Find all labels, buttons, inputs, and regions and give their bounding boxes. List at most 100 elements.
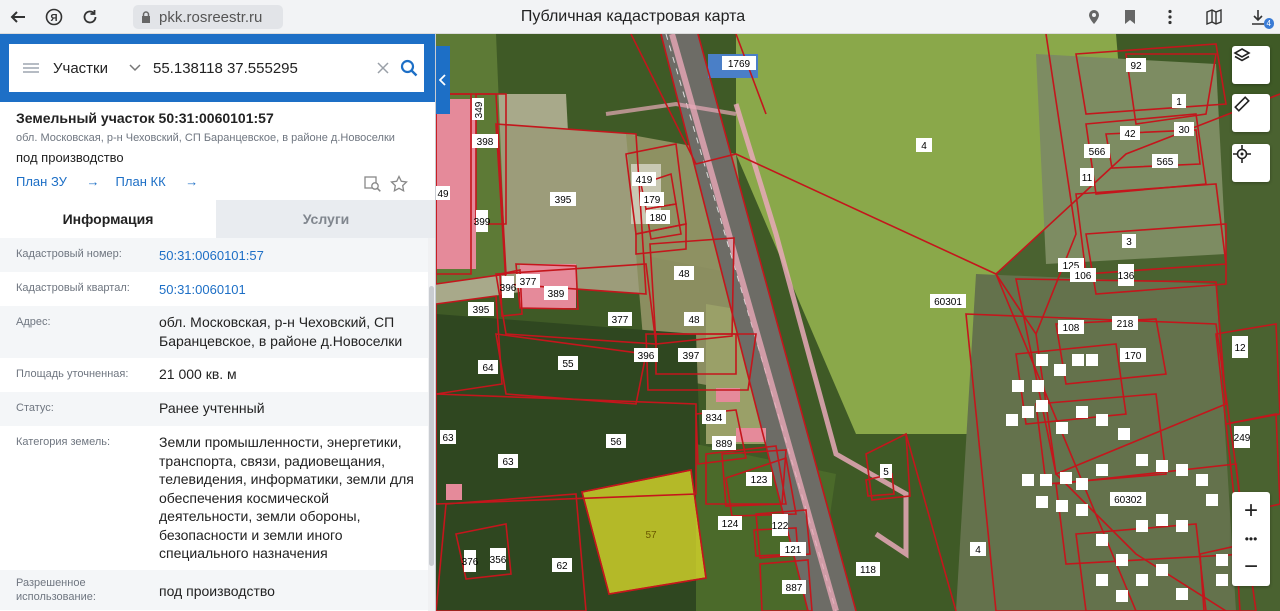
locate-button[interactable] <box>1232 144 1270 182</box>
map-label: 395 <box>550 192 576 206</box>
svg-text:42: 42 <box>1124 129 1136 140</box>
row-label: Адрес: <box>16 316 51 328</box>
scrollbar-thumb[interactable] <box>429 286 434 566</box>
svg-text:834: 834 <box>706 413 723 424</box>
svg-text:566: 566 <box>1089 147 1106 158</box>
info-row-area: Площадь уточненная: 21 000 кв. м <box>0 358 428 392</box>
plan-zu-label: План ЗУ <box>16 174 67 189</box>
map-label: 30 <box>1174 122 1194 136</box>
zoom-more-button[interactable]: ••• <box>1232 530 1270 548</box>
svg-text:377: 377 <box>612 315 629 326</box>
back-icon[interactable] <box>0 0 36 34</box>
svg-text:106: 106 <box>1075 271 1092 282</box>
map-label: 1 <box>1172 94 1186 108</box>
svg-text:396: 396 <box>638 351 655 362</box>
svg-text:Я: Я <box>50 13 57 24</box>
svg-text:30: 30 <box>1178 125 1190 136</box>
map-label: 12 <box>1232 336 1248 358</box>
more-menu-icon[interactable] <box>1148 0 1192 34</box>
zoom-to-parcel-icon[interactable] <box>364 175 390 193</box>
svg-text:60301: 60301 <box>934 297 962 308</box>
clear-icon[interactable] <box>372 58 394 79</box>
ruler-button[interactable] <box>1232 94 1270 132</box>
map-canvas: 1769 398 349 419 179 180 395 395 399 377… <box>436 34 1280 611</box>
search-type-select[interactable]: Участки <box>53 60 129 77</box>
svg-text:136: 136 <box>1118 271 1135 282</box>
svg-text:889: 889 <box>716 439 733 450</box>
map-label: 121 <box>780 542 806 556</box>
parcel-address: обл. Московская, р-н Чеховский, СП Баран… <box>16 132 395 144</box>
map-label: 419 <box>632 172 656 186</box>
map-label: 377 <box>516 274 540 288</box>
svg-text:4: 4 <box>921 141 927 152</box>
map-label: 566 <box>1084 144 1110 158</box>
svg-text:123: 123 <box>751 475 768 486</box>
svg-text:5: 5 <box>883 467 889 478</box>
plan-kk-label: План КК <box>115 174 166 189</box>
favorite-star-icon[interactable] <box>390 174 416 193</box>
collapse-panel-button[interactable] <box>436 46 450 114</box>
tab-info[interactable]: Информация <box>0 200 216 238</box>
svg-text:349: 349 <box>474 101 485 118</box>
svg-text:249: 249 <box>1234 433 1251 444</box>
reload-icon[interactable] <box>72 0 108 34</box>
yandex-icon[interactable]: Я <box>36 0 72 34</box>
address-bar[interactable]: pkk.rosreestr.ru <box>133 5 283 29</box>
ruler-icon <box>1234 96 1250 112</box>
svg-text:1: 1 <box>1176 97 1182 108</box>
row-value: обл. Московская, р-н Чеховский, СП Баран… <box>159 314 403 349</box>
search-input[interactable]: 55.138118 37.555295 <box>149 60 372 77</box>
cadastral-map[interactable]: 1769 398 349 419 179 180 395 395 399 377… <box>436 34 1280 611</box>
row-label: Разрешенное использование: <box>16 577 96 603</box>
map-label: 106 <box>1070 268 1096 282</box>
zoom-out-button[interactable]: − <box>1232 548 1270 586</box>
svg-text:63: 63 <box>442 433 454 444</box>
map-label: 218 <box>1112 316 1138 330</box>
map-label: 1769 <box>722 56 756 70</box>
map-label: 397 <box>678 348 704 362</box>
row-label: Статус: <box>16 402 54 414</box>
plan-kk-link[interactable]: План КК → <box>116 174 199 189</box>
cadastral-quarter-link[interactable]: 50:31:0060101 <box>159 272 428 306</box>
lock-icon <box>142 11 150 23</box>
chevron-down-icon[interactable] <box>129 61 149 75</box>
map-label: 389 <box>544 286 568 300</box>
map-label: 834 <box>702 410 726 424</box>
row-value: под производство <box>159 583 275 599</box>
row-label: Площадь уточненная: <box>16 368 129 380</box>
map-label: 5 <box>880 464 892 478</box>
svg-text:60302: 60302 <box>1114 495 1142 506</box>
hamburger-icon[interactable] <box>9 44 53 92</box>
bookmark-icon[interactable] <box>1112 0 1148 34</box>
svg-text:376: 376 <box>462 557 479 568</box>
search-icon[interactable] <box>394 44 424 92</box>
panel-scrollbar[interactable] <box>428 238 435 611</box>
map-label: 42 <box>1120 126 1140 140</box>
tab-services[interactable]: Услуги <box>216 200 435 238</box>
map-label: 48 <box>674 266 694 280</box>
map-label: 398 <box>472 134 498 148</box>
reader-icon[interactable] <box>1192 0 1236 34</box>
svg-text:57: 57 <box>645 530 657 541</box>
map-label: 565 <box>1152 154 1178 168</box>
svg-text:1769: 1769 <box>728 59 751 70</box>
cadastral-number-link[interactable]: 50:31:0060101:57 <box>159 238 428 272</box>
plan-zu-link[interactable]: План ЗУ → <box>16 174 100 189</box>
map-label: 887 <box>782 580 806 594</box>
map-label: 60301 <box>930 294 966 308</box>
svg-text:179: 179 <box>644 195 661 206</box>
map-label: 179 <box>640 192 664 206</box>
location-icon[interactable] <box>1076 0 1112 34</box>
svg-text:12: 12 <box>1234 343 1246 354</box>
parcel-use: под производство <box>16 150 124 165</box>
zoom-in-button[interactable]: + <box>1232 492 1270 530</box>
svg-text:64: 64 <box>482 363 494 374</box>
info-row-permitted-use: Разрешенное использование: под производс… <box>0 570 428 610</box>
crosshair-icon <box>1233 145 1251 163</box>
map-label: 136 <box>1118 264 1135 286</box>
map-label: 889 <box>712 436 736 450</box>
layers-button[interactable] <box>1232 46 1270 84</box>
svg-text:180: 180 <box>650 213 667 224</box>
downloads-icon[interactable]: 4 <box>1236 0 1280 34</box>
svg-text:397: 397 <box>683 351 700 362</box>
